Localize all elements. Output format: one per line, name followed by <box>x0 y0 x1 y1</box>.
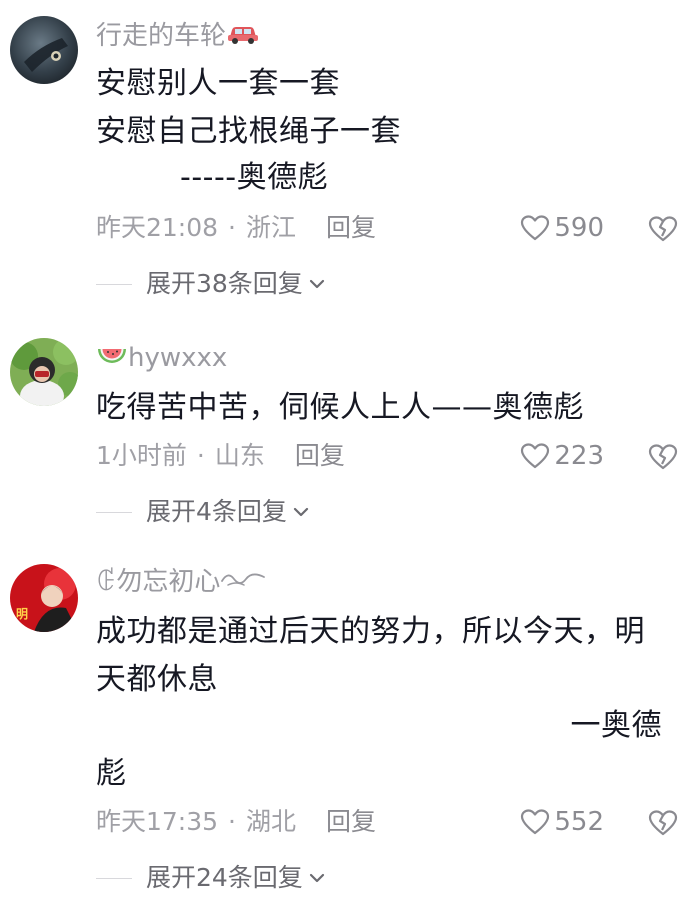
comment-text-line: 成功都是通过后天的努力，所以今天，明 <box>96 614 645 649</box>
dislike-icon[interactable] <box>648 442 678 472</box>
username-text: hywxxx <box>128 343 228 373</box>
dislike-icon[interactable] <box>648 808 678 838</box>
avatar[interactable] <box>10 16 78 84</box>
avatar-image: 明 <box>10 564 78 632</box>
heart-icon <box>521 215 550 241</box>
like-count: 223 <box>554 441 604 471</box>
expand-replies-button[interactable]: 展开4条回复 <box>96 496 309 528</box>
comment-text-line: 一奥德 <box>570 708 662 743</box>
expand-replies-button[interactable]: 展开24条回复 <box>96 862 325 894</box>
svg-text:明: 明 <box>16 607 28 621</box>
comment-text-line: -----奥德彪 <box>180 160 329 195</box>
comment-location: 湖北 <box>246 807 297 836</box>
reply-button[interactable]: 回复 <box>295 441 345 470</box>
comment-text-line: 天都休息 <box>96 662 218 697</box>
car-icon <box>226 21 260 53</box>
heart-icon <box>521 443 550 469</box>
comment-time: 昨天17:35 <box>96 807 219 836</box>
dislike-icon[interactable] <box>648 214 678 244</box>
comment-location: 浙江 <box>246 213 297 242</box>
separator: · <box>228 213 236 242</box>
chevron-down-icon <box>309 873 324 883</box>
username-text: ꂅ勿忘初心 <box>96 567 221 597</box>
like-button[interactable]: 552 <box>520 806 604 838</box>
avatar-image <box>10 338 78 406</box>
like-button[interactable]: 590 <box>520 212 604 244</box>
username[interactable]: hywxxx <box>96 342 227 375</box>
divider <box>96 283 132 285</box>
avatar[interactable] <box>10 338 78 406</box>
separator: · <box>228 807 236 836</box>
like-button[interactable]: 223 <box>520 440 604 472</box>
comment-text-line: 安慰别人一套一套 <box>96 66 340 101</box>
comment-text-line: 吃得苦中苦，伺候人上人——奥德彪 <box>96 390 584 425</box>
divider <box>96 877 132 879</box>
comment-item: hywxxx 吃得苦中苦，伺候人上人——奥德彪 1小时前 · 山东 回复 223 展开… <box>0 320 690 540</box>
watermelon-icon <box>96 343 128 375</box>
comment-time: 昨天21:08 <box>96 213 219 242</box>
username-text: 行走的车轮 <box>96 21 227 51</box>
comment-item: 明 ꂅ勿忘初心 成功都是通过后天的努力，所以今天，明 天都休息 一奥德 彪 昨天… <box>0 548 690 906</box>
comment-location: 山东 <box>214 441 265 470</box>
wave-icon <box>220 567 266 599</box>
chevron-down-icon <box>309 279 324 289</box>
username[interactable]: 行走的车轮 <box>96 20 260 53</box>
reply-button[interactable]: 回复 <box>326 807 376 836</box>
comment-meta: 昨天17:35 · 湖北 回复 <box>96 806 376 838</box>
reply-button[interactable]: 回复 <box>326 213 376 242</box>
heart-icon <box>521 809 550 835</box>
chevron-down-icon <box>293 507 309 517</box>
like-count: 552 <box>554 807 604 837</box>
comment-text-line: 安慰自己找根绳子一套 <box>96 114 401 149</box>
like-count: 590 <box>554 213 604 243</box>
comment-item: 行走的车轮 安慰别人一套一套 安慰自己找根绳子一套 -----奥德彪 昨天21:… <box>0 0 690 310</box>
separator: · <box>196 441 205 470</box>
expand-replies-label: 展开4条回复 <box>146 497 287 526</box>
expand-replies-button[interactable]: 展开38条回复 <box>96 268 325 300</box>
expand-replies-label: 展开38条回复 <box>146 269 303 298</box>
username[interactable]: ꂅ勿忘初心 <box>96 566 266 599</box>
comment-time: 1小时前 <box>96 441 187 470</box>
comment-text-line: 彪 <box>96 756 127 791</box>
comment-meta: 1小时前 · 山东 回复 <box>96 440 345 472</box>
divider <box>96 511 132 513</box>
expand-replies-label: 展开24条回复 <box>146 863 303 892</box>
comment-meta: 昨天21:08 · 浙江 回复 <box>96 212 376 244</box>
avatar[interactable]: 明 <box>10 564 78 632</box>
avatar-image <box>10 16 78 84</box>
